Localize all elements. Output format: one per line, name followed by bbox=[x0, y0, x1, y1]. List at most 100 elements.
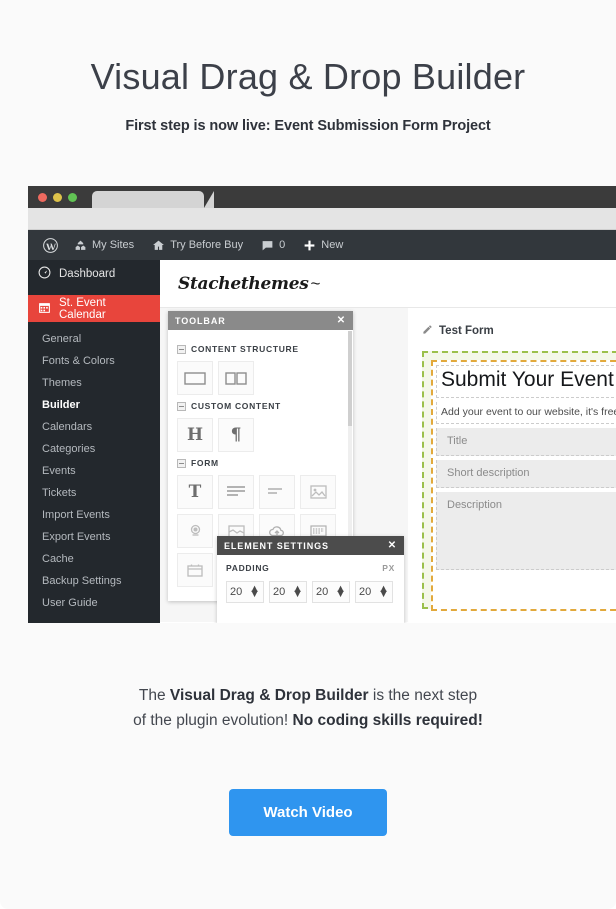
admin-submenu: General Fonts & Colors Themes Builder Ca… bbox=[28, 322, 160, 614]
builder-canvas-row[interactable]: Submit Your Event Add your event to our … bbox=[422, 351, 616, 611]
form-name-label: Test Form bbox=[439, 325, 494, 337]
form-field-short-description[interactable]: Short description bbox=[436, 460, 616, 488]
image-upload-icon[interactable] bbox=[300, 475, 336, 509]
page-title: Visual Drag & Drop Builder bbox=[90, 56, 526, 97]
element-settings-body: PADDING PX 20 ▲ ▼ 20 ▲ ▼ 20 ▲ ▼ 20 ▲ ▼ bbox=[217, 555, 404, 611]
section-content-structure[interactable]: CONTENT STRUCTURE bbox=[177, 344, 344, 354]
pencil-icon[interactable] bbox=[422, 322, 433, 340]
window-controls bbox=[38, 193, 77, 202]
sidebar-item-backup-settings[interactable]: Backup Settings bbox=[28, 570, 160, 592]
admin-content-area: Stachethemes ~ Test Form Submit Your Eve… bbox=[160, 260, 616, 623]
builder-canvas-column[interactable]: Submit Your Event Add your event to our … bbox=[431, 360, 616, 611]
sidebar-item-tickets[interactable]: Tickets bbox=[28, 482, 160, 504]
stepper-arrows-icon[interactable]: ▲ ▼ bbox=[335, 584, 346, 600]
maximize-window-icon[interactable] bbox=[68, 193, 77, 202]
sidebar-item-calendars[interactable]: Calendars bbox=[28, 416, 160, 438]
toolbar-panel-header[interactable]: TOOLBAR ✕ bbox=[168, 311, 353, 330]
plugin-brand-bar: Stachethemes ~ bbox=[160, 260, 616, 308]
wp-admin-bar: My Sites Try Before Buy 0 New bbox=[28, 230, 616, 260]
close-icon[interactable]: ✕ bbox=[388, 540, 397, 551]
text-input-icon[interactable]: T bbox=[177, 475, 213, 509]
section-form[interactable]: FORM bbox=[177, 458, 344, 468]
form-field-title[interactable]: Title bbox=[436, 428, 616, 456]
short-text-icon[interactable] bbox=[259, 475, 295, 509]
browser-titlebar bbox=[28, 186, 616, 208]
heading-icon[interactable]: H bbox=[177, 418, 213, 452]
footer-description: The Visual Drag & Drop Builder is the ne… bbox=[0, 683, 616, 733]
stepper-arrows-icon[interactable]: ▲ ▼ bbox=[249, 584, 260, 600]
padding-row-header: PADDING PX bbox=[226, 563, 395, 573]
one-column-icon[interactable] bbox=[177, 361, 213, 395]
sidebar-item-import-events[interactable]: Import Events bbox=[28, 504, 160, 526]
sidebar-item-themes[interactable]: Themes bbox=[28, 372, 160, 394]
form-field-description[interactable]: Description bbox=[436, 492, 616, 570]
sidebar-item-st-event-calendar[interactable]: St. Event Calendar bbox=[28, 295, 160, 322]
collapse-icon[interactable] bbox=[177, 344, 186, 354]
hero-section: Visual Drag & Drop Builder First step is… bbox=[0, 0, 616, 134]
sidebar-item-st-event-calendar-label: St. Event Calendar bbox=[59, 296, 106, 321]
collapse-icon[interactable] bbox=[177, 458, 186, 468]
custom-content-tiles: H ¶ bbox=[177, 418, 344, 452]
footer-line-2: of the plugin evolution! No coding skill… bbox=[0, 708, 616, 733]
padding-spinners: 20 ▲ ▼ 20 ▲ ▼ 20 ▲ ▼ 20 ▲ ▼ bbox=[226, 581, 395, 603]
footer-line-1: The Visual Drag & Drop Builder is the ne… bbox=[0, 683, 616, 708]
minimize-window-icon[interactable] bbox=[53, 193, 62, 202]
comments-menu[interactable]: 0 bbox=[252, 230, 294, 260]
new-content-label: New bbox=[321, 239, 344, 251]
my-sites-label: My Sites bbox=[92, 239, 135, 251]
section-custom-content[interactable]: CUSTOM CONTENT bbox=[177, 401, 344, 411]
padding-bottom-stepper[interactable]: 20 ▲ ▼ bbox=[312, 581, 350, 603]
sidebar-item-cache[interactable]: Cache bbox=[28, 548, 160, 570]
form-heading-element[interactable]: Submit Your Event bbox=[436, 365, 616, 398]
site-name-label: Try Before Buy bbox=[170, 239, 244, 251]
footer-line2-bold: No coding skills required! bbox=[292, 712, 483, 729]
location-pin-icon[interactable] bbox=[177, 514, 213, 548]
form-title-row: Test Form bbox=[422, 322, 616, 340]
paragraph-icon[interactable]: ¶ bbox=[218, 418, 254, 452]
sidebar-item-export-events[interactable]: Export Events bbox=[28, 526, 160, 548]
dashboard-icon bbox=[38, 266, 51, 282]
textarea-icon[interactable] bbox=[218, 475, 254, 509]
stachethemes-logo: Stachethemes bbox=[178, 273, 309, 294]
sidebar-item-fonts-colors[interactable]: Fonts & Colors bbox=[28, 350, 160, 372]
watch-video-button[interactable]: Watch Video bbox=[229, 789, 387, 836]
close-window-icon[interactable] bbox=[38, 193, 47, 202]
sidebar-item-user-guide[interactable]: User Guide bbox=[28, 592, 160, 614]
footer-line1-prefix: The bbox=[138, 687, 170, 704]
section-form-label: FORM bbox=[191, 458, 219, 468]
sidebar-item-builder[interactable]: Builder bbox=[28, 394, 160, 416]
admin-sidebar: Dashboard St. Event Calendar General Fon… bbox=[28, 260, 160, 623]
padding-bottom-value: 20 bbox=[316, 586, 329, 598]
my-sites-menu[interactable]: My Sites bbox=[65, 230, 143, 260]
calendar-icon bbox=[38, 301, 51, 317]
section-content-structure-label: CONTENT STRUCTURE bbox=[191, 344, 299, 354]
browser-tab[interactable] bbox=[92, 191, 214, 208]
padding-top-stepper[interactable]: 20 ▲ ▼ bbox=[226, 581, 264, 603]
close-icon[interactable]: ✕ bbox=[337, 315, 346, 326]
padding-left-stepper[interactable]: 20 ▲ ▼ bbox=[355, 581, 393, 603]
wordpress-logo-button[interactable] bbox=[36, 230, 65, 260]
date-icon[interactable] bbox=[177, 553, 213, 587]
element-settings-header[interactable]: ELEMENT SETTINGS ✕ bbox=[217, 536, 404, 555]
sidebar-item-dashboard[interactable]: Dashboard bbox=[28, 260, 160, 287]
collapse-icon[interactable] bbox=[177, 401, 186, 411]
comments-count: 0 bbox=[279, 239, 286, 251]
sidebar-item-events[interactable]: Events bbox=[28, 460, 160, 482]
footer-line1-bold: Visual Drag & Drop Builder bbox=[169, 687, 369, 704]
stepper-arrows-icon[interactable]: ▲ ▼ bbox=[292, 584, 303, 600]
two-column-icon[interactable] bbox=[218, 361, 254, 395]
padding-right-stepper[interactable]: 20 ▲ ▼ bbox=[269, 581, 307, 603]
sidebar-item-categories[interactable]: Categories bbox=[28, 438, 160, 460]
stepper-arrows-icon[interactable]: ▲ ▼ bbox=[378, 584, 389, 600]
promo-page: Visual Drag & Drop Builder First step is… bbox=[0, 0, 616, 909]
sidebar-item-general[interactable]: General bbox=[28, 328, 160, 350]
form-intro-element[interactable]: Add your event to our website, it's free… bbox=[436, 402, 616, 424]
new-content-menu[interactable]: New bbox=[294, 230, 352, 260]
comment-icon bbox=[261, 239, 274, 252]
browser-toolbar bbox=[28, 208, 616, 230]
site-name-menu[interactable]: Try Before Buy bbox=[143, 230, 252, 260]
cta-section: Watch Video bbox=[0, 789, 616, 836]
content-structure-tiles bbox=[177, 361, 344, 395]
browser-mockup: My Sites Try Before Buy 0 New Dashboard … bbox=[28, 186, 616, 623]
builder-workspace: Test Form Submit Your Event Add your eve… bbox=[160, 308, 616, 623]
